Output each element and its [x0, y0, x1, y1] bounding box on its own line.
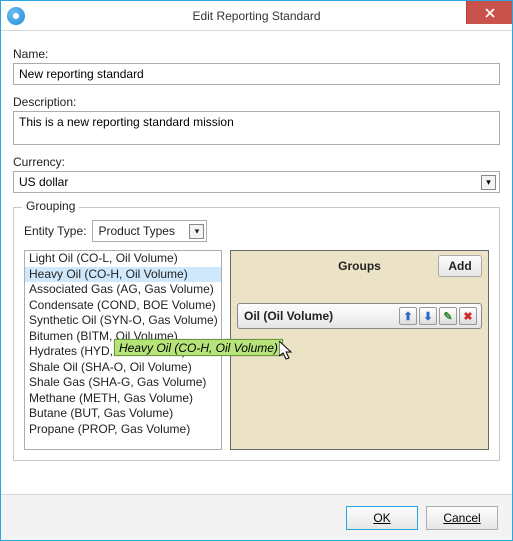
close-icon: [485, 8, 495, 18]
group-row-label: Oil (Oil Volume): [244, 309, 333, 323]
list-item[interactable]: Methane (METH, Gas Volume): [25, 391, 221, 407]
entity-type-combo[interactable]: Product Types ▾: [92, 220, 207, 242]
currency-combo[interactable]: US dollar ▾: [13, 171, 500, 193]
move-up-button[interactable]: ⬆: [399, 307, 417, 325]
description-label: Description:: [13, 95, 500, 109]
add-button[interactable]: Add: [438, 255, 482, 277]
list-item[interactable]: Shale Gas (SHA-G, Gas Volume): [25, 375, 221, 391]
dialog-footer: OK Cancel: [1, 494, 512, 540]
dialog-window: Edit Reporting Standard Name: Descriptio…: [0, 0, 513, 541]
entity-type-value: Product Types: [98, 224, 175, 238]
list-item[interactable]: Light Oil (CO-L, Oil Volume): [25, 251, 221, 267]
window-title: Edit Reporting Standard: [1, 9, 512, 23]
dialog-content: Name: Description: This is a new reporti…: [1, 31, 512, 473]
x-icon: ✖: [463, 310, 472, 323]
currency-label: Currency:: [13, 155, 500, 169]
description-input[interactable]: This is a new reporting standard mission: [13, 111, 500, 145]
chevron-down-icon: ▾: [189, 224, 204, 239]
list-item[interactable]: Synthetic Oil (SYN-O, Gas Volume): [25, 313, 221, 329]
ok-button[interactable]: OK: [346, 506, 418, 530]
currency-value: US dollar: [19, 175, 68, 189]
arrow-up-icon: ⬆: [403, 310, 412, 323]
list-item[interactable]: Heavy Oil (CO-H, Oil Volume): [25, 267, 221, 283]
pencil-icon: ✎: [443, 310, 452, 323]
list-item[interactable]: Condensate (COND, BOE Volume): [25, 298, 221, 314]
edit-button[interactable]: ✎: [439, 307, 457, 325]
list-item[interactable]: Shale Oil (SHA-O, Oil Volume): [25, 360, 221, 376]
groups-header-text: Groups: [338, 259, 381, 273]
arrow-down-icon: ⬇: [423, 310, 432, 323]
title-bar: Edit Reporting Standard: [1, 1, 512, 31]
app-icon: [7, 7, 25, 25]
groups-header: Groups Add: [231, 251, 488, 281]
grouping-legend: Grouping: [22, 199, 79, 213]
group-row[interactable]: Oil (Oil Volume) ⬆ ⬇ ✎: [237, 303, 482, 329]
grouping-fieldset: Grouping Entity Type: Product Types ▾ Li…: [13, 207, 500, 461]
entity-type-label: Entity Type:: [24, 224, 86, 238]
delete-button[interactable]: ✖: [459, 307, 477, 325]
move-down-button[interactable]: ⬇: [419, 307, 437, 325]
close-button[interactable]: [466, 1, 512, 24]
chevron-down-icon: ▾: [481, 175, 496, 190]
cancel-button[interactable]: Cancel: [426, 506, 498, 530]
name-input[interactable]: [13, 63, 500, 85]
list-item[interactable]: Butane (BUT, Gas Volume): [25, 406, 221, 422]
drag-tooltip: Heavy Oil (CO-H, Oil Volume): [114, 339, 283, 356]
list-item[interactable]: Associated Gas (AG, Gas Volume): [25, 282, 221, 298]
list-item[interactable]: Propane (PROP, Gas Volume): [25, 422, 221, 438]
name-label: Name:: [13, 47, 500, 61]
